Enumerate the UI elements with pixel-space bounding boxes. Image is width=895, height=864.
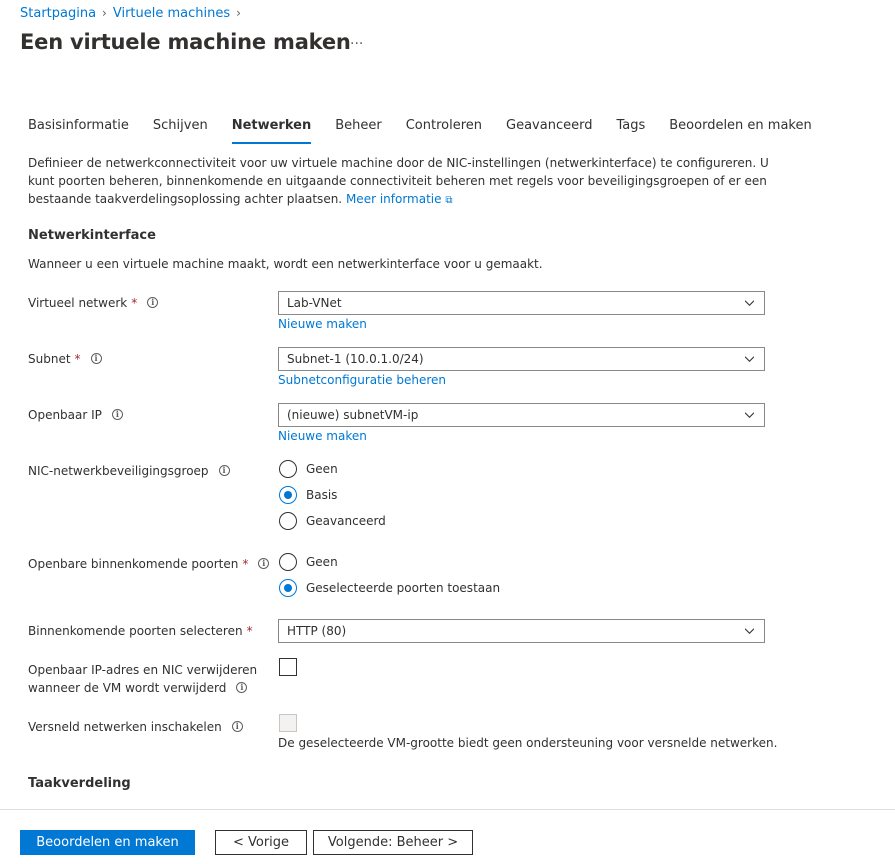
public-ip-value: (nieuwe) subnetVM-ip [287, 408, 419, 422]
chevron-down-icon [745, 628, 754, 634]
section-title-network-interface: Netwerkinterface [28, 228, 156, 243]
inbound-ports-label-text: Openbare binnenkomende poorten [28, 557, 239, 571]
create-vm-page: Startpagina › Virtuele machines › Een vi… [0, 0, 895, 864]
select-ports-dropdown[interactable]: HTTP (80) [278, 619, 765, 643]
select-ports-label: Binnenkomende poorten selecteren * [28, 622, 253, 640]
delete-ip-nic-label-line1: Openbaar IP-adres en NIC verwijderen [28, 663, 258, 677]
accelerated-networking-label: Versneld netwerken inschakelen i [28, 718, 243, 736]
required-marker: * [131, 296, 138, 310]
subnet-manage-link[interactable]: Subnetconfiguratie beheren [278, 373, 446, 387]
review-create-button[interactable]: Beoordelen en maken [20, 830, 195, 855]
radio-button-selected[interactable] [279, 579, 297, 597]
chevron-down-icon [745, 412, 754, 418]
info-icon[interactable]: i [218, 465, 230, 476]
public-ip-create-new-link[interactable]: Nieuwe maken [278, 429, 367, 443]
vnet-create-new-link[interactable]: Nieuwe maken [278, 317, 367, 331]
footer-bar: Beoordelen en maken < Vorige Volgende: B… [0, 809, 895, 864]
radio-button[interactable] [279, 512, 297, 530]
tab-basisinformatie[interactable]: Basisinformatie [16, 116, 141, 138]
inbound-option-label: Geselecteerde poorten toestaan [306, 581, 501, 595]
intro-text: Definieer de netwerkconnectiviteit voor … [28, 154, 788, 210]
info-icon[interactable]: i [258, 558, 270, 569]
info-icon[interactable]: i [231, 721, 243, 732]
nsg-option-geavanceerd[interactable]: Geavanceerd [279, 511, 386, 531]
breadcrumb-virtual-machines[interactable]: Virtuele machines [113, 6, 230, 21]
public-ip-dropdown[interactable]: (nieuwe) subnetVM-ip [278, 403, 765, 427]
delete-ip-nic-checkbox[interactable] [279, 658, 297, 676]
tab-beoordelen-en-maken[interactable]: Beoordelen en maken [657, 116, 823, 138]
nsg-option-label: Geavanceerd [306, 514, 386, 528]
previous-button[interactable]: < Vorige [215, 830, 307, 855]
info-icon[interactable]: i [147, 297, 159, 308]
form-content[interactable]: Definieer de netwerkconnectiviteit voor … [0, 146, 895, 809]
breadcrumb: Startpagina › Virtuele machines › [20, 4, 241, 22]
network-interface-description: Wanneer u een virtuele machine maakt, wo… [28, 257, 543, 271]
inbound-option-selected-ports[interactable]: Geselecteerde poorten toestaan [279, 578, 500, 598]
nsg-option-label: Geen [306, 462, 338, 476]
vnet-value: Lab-VNet [287, 296, 342, 310]
select-ports-label-text: Binnenkomende poorten selecteren [28, 624, 243, 638]
inbound-ports-label: Openbare binnenkomende poorten * i [28, 555, 270, 573]
chevron-down-icon [745, 300, 754, 306]
tab-geavanceerd[interactable]: Geavanceerd [494, 116, 604, 138]
tab-netwerken[interactable]: Netwerken [220, 116, 324, 144]
public-ip-label: Openbaar IP i [28, 406, 123, 424]
vnet-dropdown[interactable]: Lab-VNet [278, 291, 765, 315]
next-button[interactable]: Volgende: Beheer > [313, 830, 473, 855]
accelerated-networking-checkbox [279, 714, 297, 732]
nsg-label-text: NIC-netwerkbeveiligingsgroep [28, 464, 209, 478]
vnet-label: Virtueel netwerk * i [28, 294, 159, 312]
required-marker: * [246, 624, 253, 638]
accelerated-networking-label-text: Versneld netwerken inschakelen [28, 720, 222, 734]
inbound-option-label: Geen [306, 555, 338, 569]
nsg-option-basis[interactable]: Basis [279, 485, 337, 505]
radio-button-selected[interactable] [279, 486, 297, 504]
tab-schijven[interactable]: Schijven [141, 116, 220, 138]
vnet-label-text: Virtueel netwerk [28, 296, 128, 310]
subnet-dropdown[interactable]: Subnet-1 (10.0.1.0/24) [278, 347, 765, 371]
radio-button[interactable] [279, 553, 297, 571]
more-options-icon[interactable]: ··· [350, 36, 363, 52]
nsg-label: NIC-netwerkbeveiligingsgroep i [28, 462, 230, 480]
required-marker: * [242, 557, 249, 571]
info-icon[interactable]: i [236, 682, 248, 693]
tab-beheer[interactable]: Beheer [323, 116, 394, 138]
subnet-value: Subnet-1 (10.0.1.0/24) [287, 352, 424, 366]
chevron-down-icon [745, 356, 754, 362]
section-title-load-balancing: Taakverdeling [28, 776, 131, 791]
tab-tags[interactable]: Tags [604, 116, 657, 138]
info-icon[interactable]: i [90, 353, 102, 364]
radio-button[interactable] [279, 460, 297, 478]
chevron-right-icon: › [236, 6, 241, 20]
select-ports-value: HTTP (80) [287, 624, 347, 638]
wizard-tabs: Basisinformatie Schijven Netwerken Behee… [16, 116, 824, 146]
delete-ip-nic-label: Openbaar IP-adres en NIC verwijderen wan… [28, 661, 257, 697]
external-link-icon: ⧉ [445, 195, 453, 206]
subnet-label: Subnet * i [28, 350, 102, 368]
required-marker: * [74, 352, 81, 366]
delete-ip-nic-label-line2: wanneer de VM wordt verwijderd [28, 681, 227, 695]
inbound-option-geen[interactable]: Geen [279, 552, 338, 572]
nsg-option-label: Basis [306, 488, 338, 502]
page-title: Een virtuele machine maken [20, 30, 351, 54]
chevron-right-icon: › [102, 6, 107, 20]
tab-controleren[interactable]: Controleren [394, 116, 494, 138]
learn-more-link[interactable]: Meer informatie [346, 192, 442, 206]
nsg-option-geen[interactable]: Geen [279, 459, 338, 479]
accelerated-networking-hint: De geselecteerde VM-grootte biedt geen o… [278, 736, 778, 750]
public-ip-label-text: Openbaar IP [28, 408, 102, 422]
info-icon[interactable]: i [111, 409, 123, 420]
subnet-label-text: Subnet [28, 352, 71, 366]
breadcrumb-home[interactable]: Startpagina [20, 6, 96, 21]
